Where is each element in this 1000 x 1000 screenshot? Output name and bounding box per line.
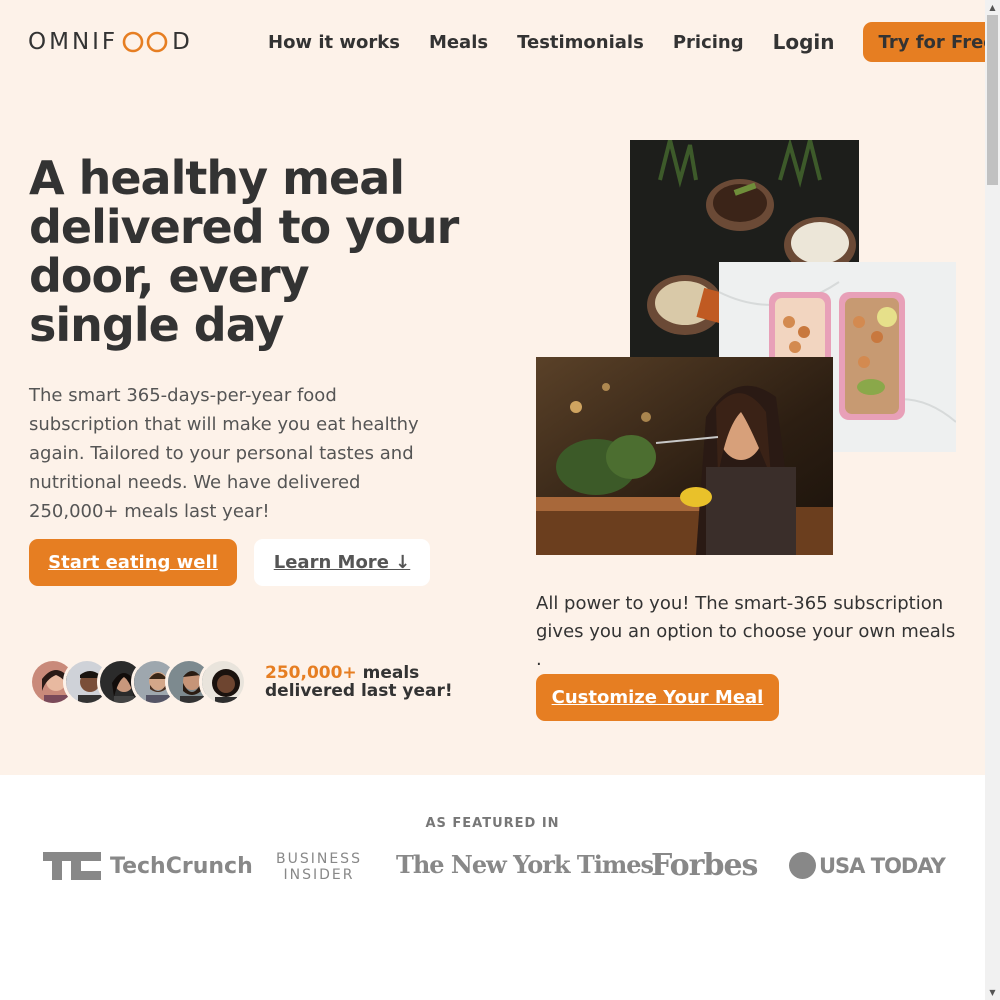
new-york-times-logo: The New York Times bbox=[396, 850, 654, 879]
woman-eating-image bbox=[536, 357, 833, 555]
hero-description: The smart 365-days-per-year food subscri… bbox=[29, 385, 419, 522]
nav-meals[interactable]: Meals bbox=[429, 32, 488, 53]
nav-pricing[interactable]: Pricing bbox=[673, 32, 744, 53]
main-nav: How it works Meals Testimonials Pricing … bbox=[268, 22, 1000, 62]
start-eating-well-button[interactable]: Start eating well bbox=[29, 539, 237, 586]
infinity-logo-icon bbox=[122, 31, 168, 53]
omnifood-logo[interactable]: OMNIF D bbox=[28, 29, 193, 55]
logo-text-right: D bbox=[172, 29, 193, 55]
customer-avatar bbox=[199, 658, 247, 706]
techcrunch-text: TechCrunch bbox=[110, 853, 253, 879]
power-to-you-text: All power to you! The smart-365 subscrip… bbox=[536, 593, 956, 670]
nav-testimonials[interactable]: Testimonials bbox=[517, 32, 644, 53]
learn-more-button[interactable]: Learn More ↓ bbox=[254, 539, 430, 586]
business-insider-logo: BUSINESS INSIDER bbox=[276, 851, 362, 883]
meals-delivered-text: meals bbox=[356, 663, 420, 683]
scroll-down-arrow-icon[interactable]: ▼ bbox=[985, 985, 1000, 1000]
usa-today-circle-icon bbox=[789, 852, 816, 879]
scrollbar-thumb[interactable] bbox=[987, 15, 998, 185]
meals-delivered-stat: 250,000+ meals delivered last year! bbox=[265, 664, 453, 700]
meals-delivered-number: 250,000+ bbox=[265, 663, 357, 683]
techcrunch-tc-icon bbox=[43, 852, 101, 880]
business-insider-text-2: INSIDER bbox=[283, 867, 355, 883]
page: OMNIF D How it works Meals Testimonials … bbox=[0, 0, 1000, 1000]
business-insider-text-1: BUSINESS bbox=[276, 851, 362, 867]
page-scrollbar[interactable]: ▲ ▼ bbox=[985, 0, 1000, 1000]
try-for-free-button[interactable]: Try for Free bbox=[862, 22, 1000, 62]
scroll-up-arrow-icon[interactable]: ▲ bbox=[985, 0, 1000, 15]
techcrunch-logo: TechCrunch bbox=[43, 852, 253, 880]
customer-avatars bbox=[29, 658, 247, 706]
customize-your-meal-button[interactable]: Customize Your Meal bbox=[536, 674, 779, 721]
meals-delivered-text-2: delivered last year! bbox=[265, 681, 453, 701]
nav-login[interactable]: Login bbox=[773, 30, 835, 54]
usa-today-text: USA TODAY bbox=[819, 853, 946, 878]
usa-today-logo: USA TODAY bbox=[789, 852, 946, 879]
forbes-logo: Forbes bbox=[651, 848, 758, 883]
logo-text-left: OMNIF bbox=[28, 29, 119, 55]
nav-how-it-works[interactable]: How it works bbox=[268, 32, 400, 53]
featured-in-label: AS FEATURED IN bbox=[425, 816, 560, 831]
hero-title: A healthy meal delivered to your door, e… bbox=[29, 151, 459, 352]
featured-logos: TechCrunch BUSINESS INSIDER The New York… bbox=[0, 846, 985, 886]
